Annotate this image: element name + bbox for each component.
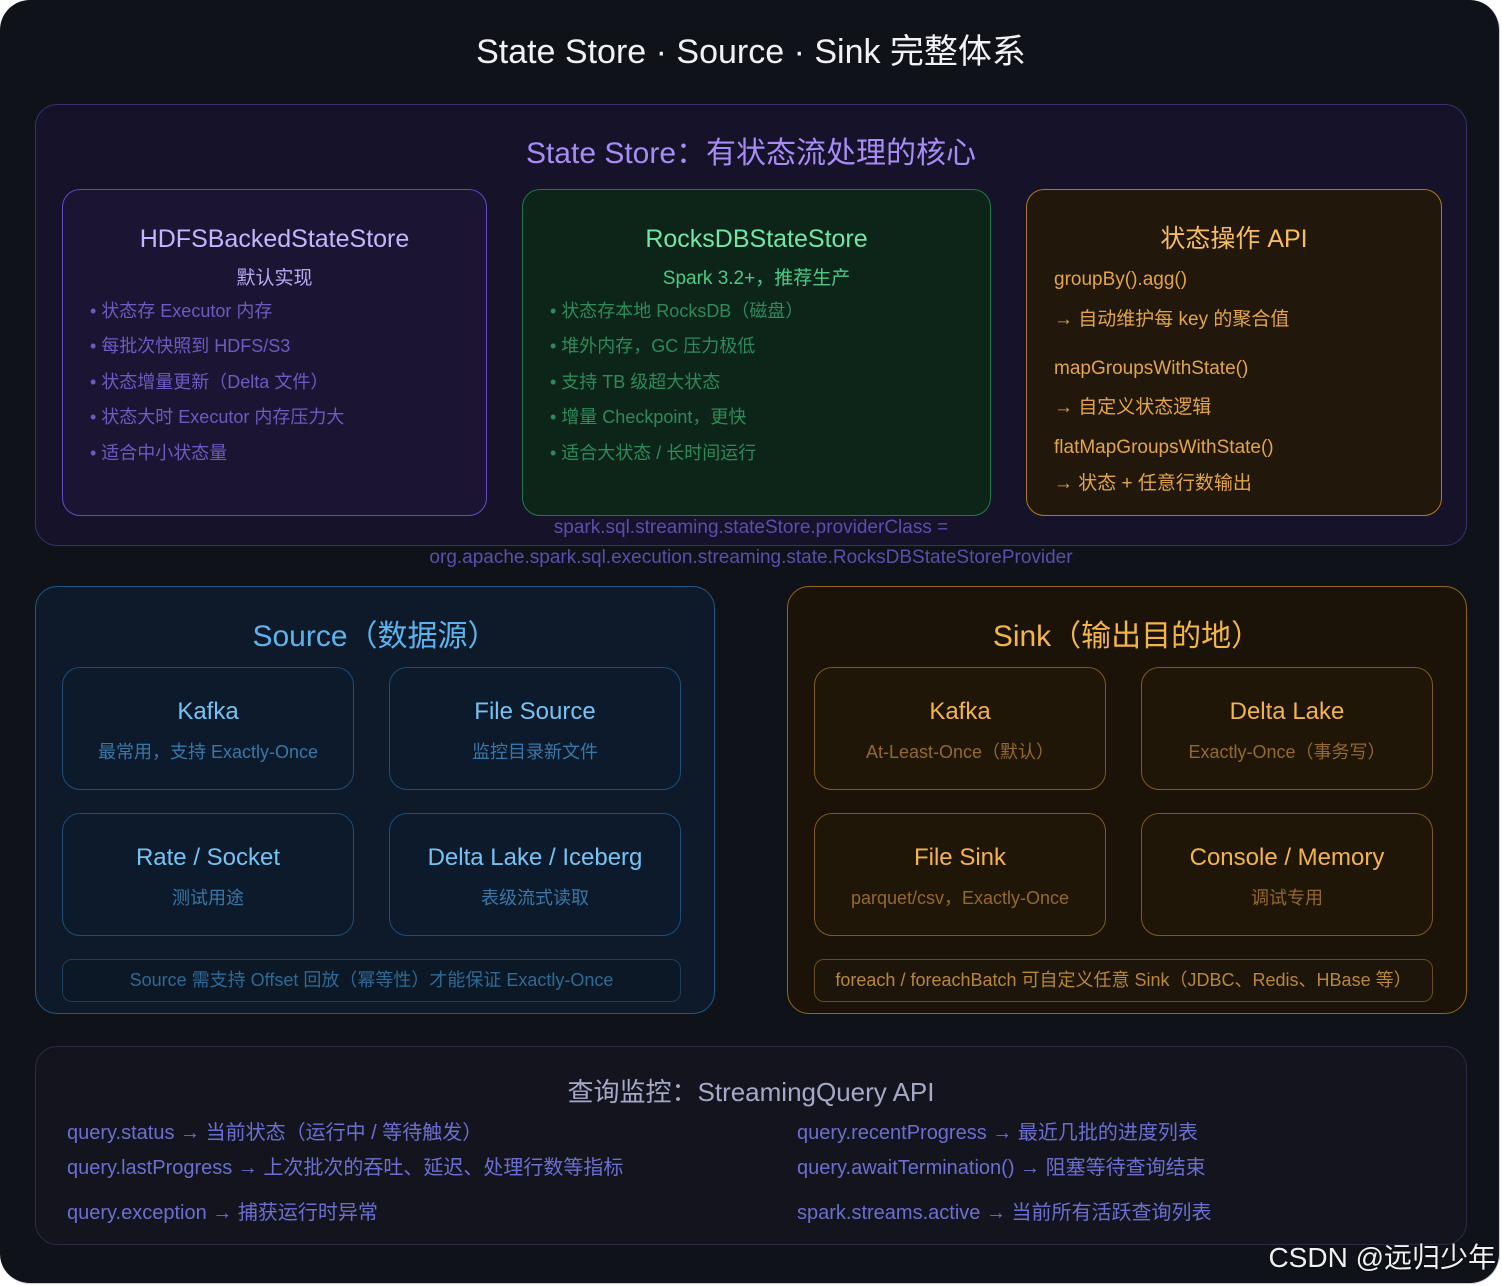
sink-card-delta-lake: Delta Lake Exactly-Once（事务写）: [1141, 667, 1433, 790]
sink-card-subtitle: At-Least-Once（默认）: [865, 742, 1055, 762]
sink-panel: Sink（输出目的地） Kafka At-Least-Once（默认） Delt…: [787, 586, 1467, 1014]
hdfs-card-title: HDFSBackedStateStore: [139, 225, 410, 253]
source-card-title: Kafka: [177, 698, 239, 725]
sink-title: Sink（输出目的地）: [992, 620, 1262, 653]
sink-note: foreach / foreachBatch 可自定义任意 Sink（JDBC、…: [814, 959, 1433, 1002]
state-api-method: flatMapGroupsWithState(): [1054, 437, 1274, 458]
monitoring-item: query.exception → 捕获运行时异常: [67, 1202, 378, 1224]
sink-card-file-sink: File Sink parquet/csv，Exactly-Once: [814, 813, 1106, 936]
diagram-title: State Store · Source · Sink 完整体系: [476, 33, 1026, 71]
source-card-title: File Source: [474, 698, 596, 725]
rocksdb-state-store-card: RocksDBStateStore Spark 3.2+，推荐生产 • 状态存本…: [522, 189, 991, 516]
hdfs-card-item: • 适合中小状态量: [90, 443, 228, 463]
sink-card-subtitle: 调试专用: [1251, 888, 1323, 908]
hdfs-state-store-card: HDFSBackedStateStore 默认实现 • 状态存 Executor…: [62, 189, 487, 516]
hdfs-card-item: • 状态大时 Executor 内存压力大: [90, 407, 345, 427]
source-note: Source 需支持 Offset 回放（幂等性）才能保证 Exactly-On…: [62, 959, 681, 1002]
monitoring-item: query.awaitTermination() → 阻塞等待查询结束: [797, 1157, 1206, 1179]
source-card-delta-iceberg: Delta Lake / Iceberg 表级流式读取: [389, 813, 681, 936]
hdfs-card-subtitle: 默认实现: [236, 268, 313, 289]
sink-card-title: Console / Memory: [1189, 844, 1385, 871]
rocksdb-card-item: • 状态存本地 RocksDB（磁盘）: [550, 301, 804, 321]
hdfs-card-item: • 状态存 Executor 内存: [90, 301, 273, 321]
rocksdb-card-title: RocksDBStateStore: [645, 225, 868, 253]
monitoring-panel: 查询监控：StreamingQuery API query.status → 当…: [35, 1046, 1467, 1245]
source-card-rate-socket: Rate / Socket 测试用途: [62, 813, 354, 936]
source-card-subtitle: 测试用途: [172, 888, 244, 908]
source-title: Source（数据源）: [252, 620, 498, 653]
source-card-kafka: Kafka 最常用，支持 Exactly-Once: [62, 667, 354, 790]
monitoring-item: spark.streams.active → 当前所有活跃查询列表: [797, 1202, 1212, 1224]
state-api-card-title: 状态操作 API: [1160, 225, 1308, 253]
sink-card-title: Kafka: [929, 698, 991, 725]
state-api-description: → 自定义状态逻辑: [1054, 397, 1212, 418]
sink-card-subtitle: parquet/csv，Exactly-Once: [850, 888, 1070, 908]
state-store-panel: State Store：有状态流处理的核心 HDFSBackedStateSto…: [35, 104, 1467, 568]
provider-config-value: org.apache.spark.sql.execution.streaming…: [429, 547, 1073, 568]
state-store-title: State Store：有状态流处理的核心: [525, 137, 977, 170]
rocksdb-card-subtitle: Spark 3.2+，推荐生产: [662, 268, 851, 289]
rocksdb-card-item: • 适合大状态 / 长时间运行: [550, 443, 757, 463]
state-api-method: groupBy().agg(): [1054, 269, 1188, 290]
rocksdb-card-item: • 增量 Checkpoint，更快: [550, 407, 747, 427]
hdfs-card-item: • 状态增量更新（Delta 文件）: [90, 372, 329, 392]
sink-card-subtitle: Exactly-Once（事务写）: [1188, 742, 1386, 762]
monitoring-title: 查询监控：StreamingQuery API: [567, 1077, 935, 1107]
source-card-title: Delta Lake / Iceberg: [427, 844, 643, 871]
state-api-description: → 状态 + 任意行数输出: [1054, 473, 1252, 494]
rocksdb-card-item: • 支持 TB 级超大状态: [550, 372, 721, 392]
sink-card-kafka: Kafka At-Least-Once（默认）: [814, 667, 1106, 790]
monitoring-item: query.lastProgress → 上次批次的吞吐、延迟、处理行数等指标: [67, 1157, 624, 1179]
sink-card-title: Delta Lake: [1229, 698, 1345, 725]
state-api-method: mapGroupsWithState(): [1054, 358, 1249, 379]
provider-config-key: spark.sql.streaming.stateStore.providerC…: [553, 517, 949, 538]
sink-card-title: File Sink: [913, 844, 1007, 871]
source-card-file: File Source 监控目录新文件: [389, 667, 681, 790]
sink-card-console-memory: Console / Memory 调试专用: [1141, 813, 1433, 936]
source-card-title: Rate / Socket: [135, 844, 281, 871]
state-api-card: 状态操作 API groupBy().agg() → 自动维护每 key 的聚合…: [1026, 189, 1442, 516]
source-panel: Source（数据源） Kafka 最常用，支持 Exactly-Once Fi…: [35, 586, 715, 1014]
monitoring-item: query.status → 当前状态（运行中 / 等待触发）: [67, 1122, 483, 1144]
rocksdb-card-item: • 堆外内存，GC 压力极低: [550, 336, 756, 356]
state-api-description: → 自动维护每 key 的聚合值: [1054, 309, 1290, 330]
monitoring-item: query.recentProgress → 最近几批的进度列表: [797, 1122, 1198, 1144]
diagram-root: State Store · Source · Sink 完整体系 State S…: [0, 0, 1502, 1286]
source-card-subtitle: 表级流式读取: [481, 888, 589, 908]
source-card-subtitle: 最常用，支持 Exactly-Once: [97, 742, 319, 762]
csdn-watermark: CSDN @远归少年: [1268, 1242, 1496, 1273]
source-card-subtitle: 监控目录新文件: [472, 742, 598, 762]
hdfs-card-item: • 每批次快照到 HDFS/S3: [90, 336, 291, 356]
